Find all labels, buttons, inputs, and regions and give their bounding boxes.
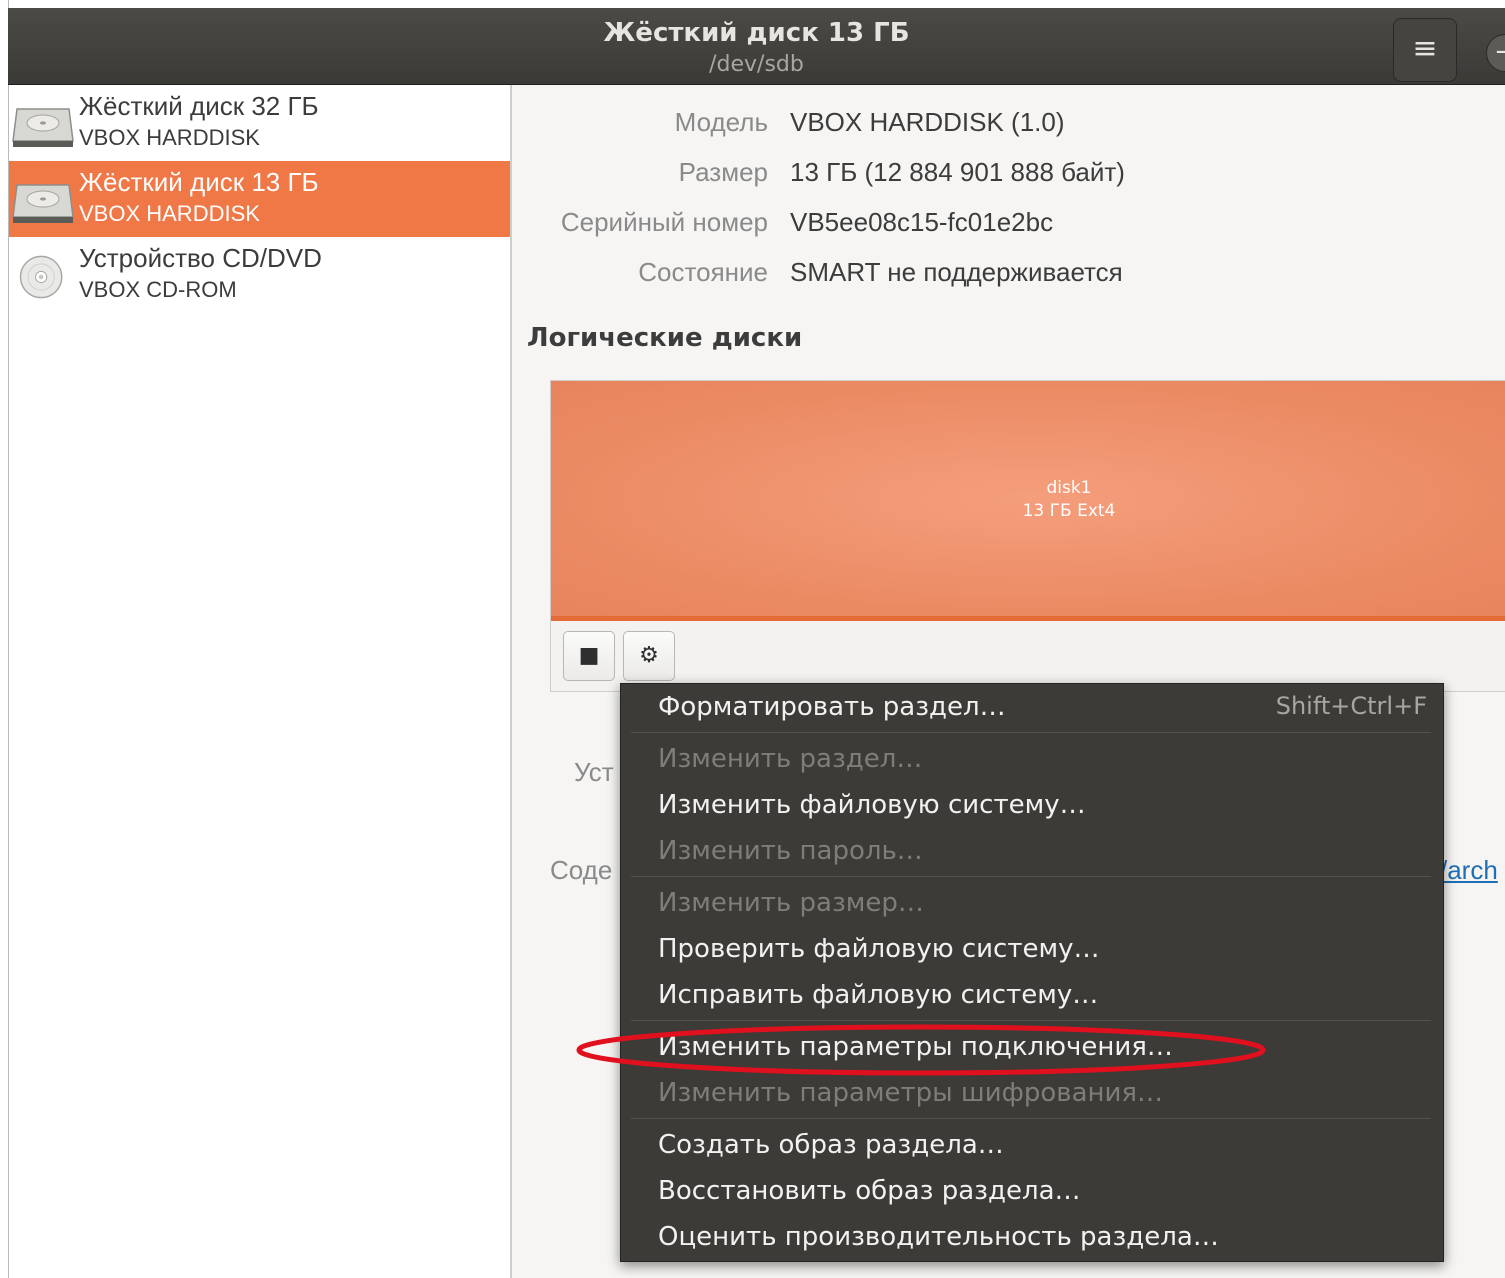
size-label: Размер: [678, 157, 768, 187]
minimize-icon: −: [1494, 37, 1505, 67]
menu-item-edit-mount-options[interactable]: Изменить параметры подключения…: [658, 1032, 1173, 1062]
optical-disc-icon: [19, 255, 63, 299]
menu-item-create-image[interactable]: Создать образ раздела…: [658, 1130, 1004, 1160]
size-value: 13 ГБ (12 884 901 888 байт): [790, 157, 1125, 187]
state-value: SMART не поддерживается: [790, 257, 1123, 287]
menu-separator: [631, 732, 1431, 733]
menu-separator: [631, 1020, 1431, 1021]
partition-options-button[interactable]: ⚙: [623, 631, 675, 681]
menu-item-repair-filesystem[interactable]: Исправить файловую систему…: [658, 980, 1098, 1010]
menu-item-edit-filesystem[interactable]: Изменить файловую систему…: [658, 790, 1086, 820]
menu-item-resize: Изменить размер…: [658, 888, 924, 918]
menu-item-format-partition[interactable]: Форматировать раздел…: [658, 692, 1006, 722]
volumes-section-title: Логические диски: [527, 323, 803, 353]
partition-context-menu: Форматировать раздел… Shift+Ctrl+F Измен…: [620, 683, 1444, 1262]
menu-item-format-shortcut: Shift+Ctrl+F: [1275, 692, 1427, 720]
hard-disk-icon: [12, 108, 74, 147]
stop-icon: ■: [578, 643, 600, 668]
menu-item-change-passphrase: Изменить пароль…: [658, 836, 923, 866]
menu-item-benchmark[interactable]: Оценить производительность раздела…: [658, 1222, 1219, 1252]
disk-name: Жёсткий диск 13 ГБ: [79, 167, 319, 197]
header-subtitle: /dev/sdb: [709, 52, 804, 77]
hamburger-icon: ≡: [1412, 31, 1438, 66]
window-frame-left: [0, 0, 9, 1278]
model-value: VBOX HARDDISK (1.0): [790, 107, 1065, 137]
sidebar-item-cd-dvd[interactable]: Устройство CD/DVD VBOX CD-ROM: [9, 237, 510, 313]
state-label: Состояние: [638, 257, 768, 287]
header-title: Жёсткий диск 13 ГБ: [603, 18, 910, 48]
menu-separator: [631, 876, 1431, 877]
sidebar-item-disk-13gb[interactable]: Жёсткий диск 13 ГБ VBOX HARDDISK: [9, 161, 510, 237]
disk-model: VBOX CD-ROM: [79, 277, 237, 302]
partition-block[interactable]: disk1 13 ГБ Ext4: [551, 381, 1505, 621]
model-label: Модель: [674, 107, 768, 137]
disk-name: Жёсткий диск 32 ГБ: [79, 91, 319, 121]
unmount-button[interactable]: ■: [563, 631, 615, 681]
partition-name: disk1: [1046, 478, 1092, 498]
hamburger-menu-button[interactable]: ≡: [1393, 18, 1457, 82]
menu-item-restore-image[interactable]: Восстановить образ раздела…: [658, 1176, 1081, 1206]
hard-disk-icon: [12, 184, 74, 223]
menu-item-edit-encryption-options: Изменить параметры шифрования…: [658, 1078, 1164, 1108]
gear-icon: ⚙: [639, 643, 659, 668]
disk-name: Устройство CD/DVD: [79, 243, 322, 273]
sidebar-item-disk-32gb[interactable]: Жёсткий диск 32 ГБ VBOX HARDDISK: [9, 85, 510, 161]
partition-size: 13 ГБ Ext4: [1022, 501, 1116, 521]
header-bar: Жёсткий диск 13 ГБ /dev/sdb ≡ −: [8, 8, 1505, 85]
serial-value: VB5ee08c15-fc01e2bc: [790, 207, 1054, 237]
menu-separator: [631, 1118, 1431, 1119]
device-label-partial: Уст: [574, 757, 614, 787]
menu-item-check-filesystem[interactable]: Проверить файловую систему…: [658, 934, 1100, 964]
disk-sidebar: Жёсткий диск 32 ГБ VBOX HARDDISK Жёсткий…: [9, 85, 512, 1278]
disk-model: VBOX HARDDISK: [79, 201, 260, 226]
menu-item-edit-partition: Изменить раздел…: [658, 744, 923, 774]
disk-model: VBOX HARDDISK: [79, 125, 260, 150]
mount-point-link-partial[interactable]: /arch: [1440, 855, 1498, 886]
contents-label-partial: Соде: [550, 855, 613, 885]
volume-map: disk1 13 ГБ Ext4 ■ ⚙: [550, 380, 1505, 692]
serial-label: Серийный номер: [560, 207, 768, 237]
